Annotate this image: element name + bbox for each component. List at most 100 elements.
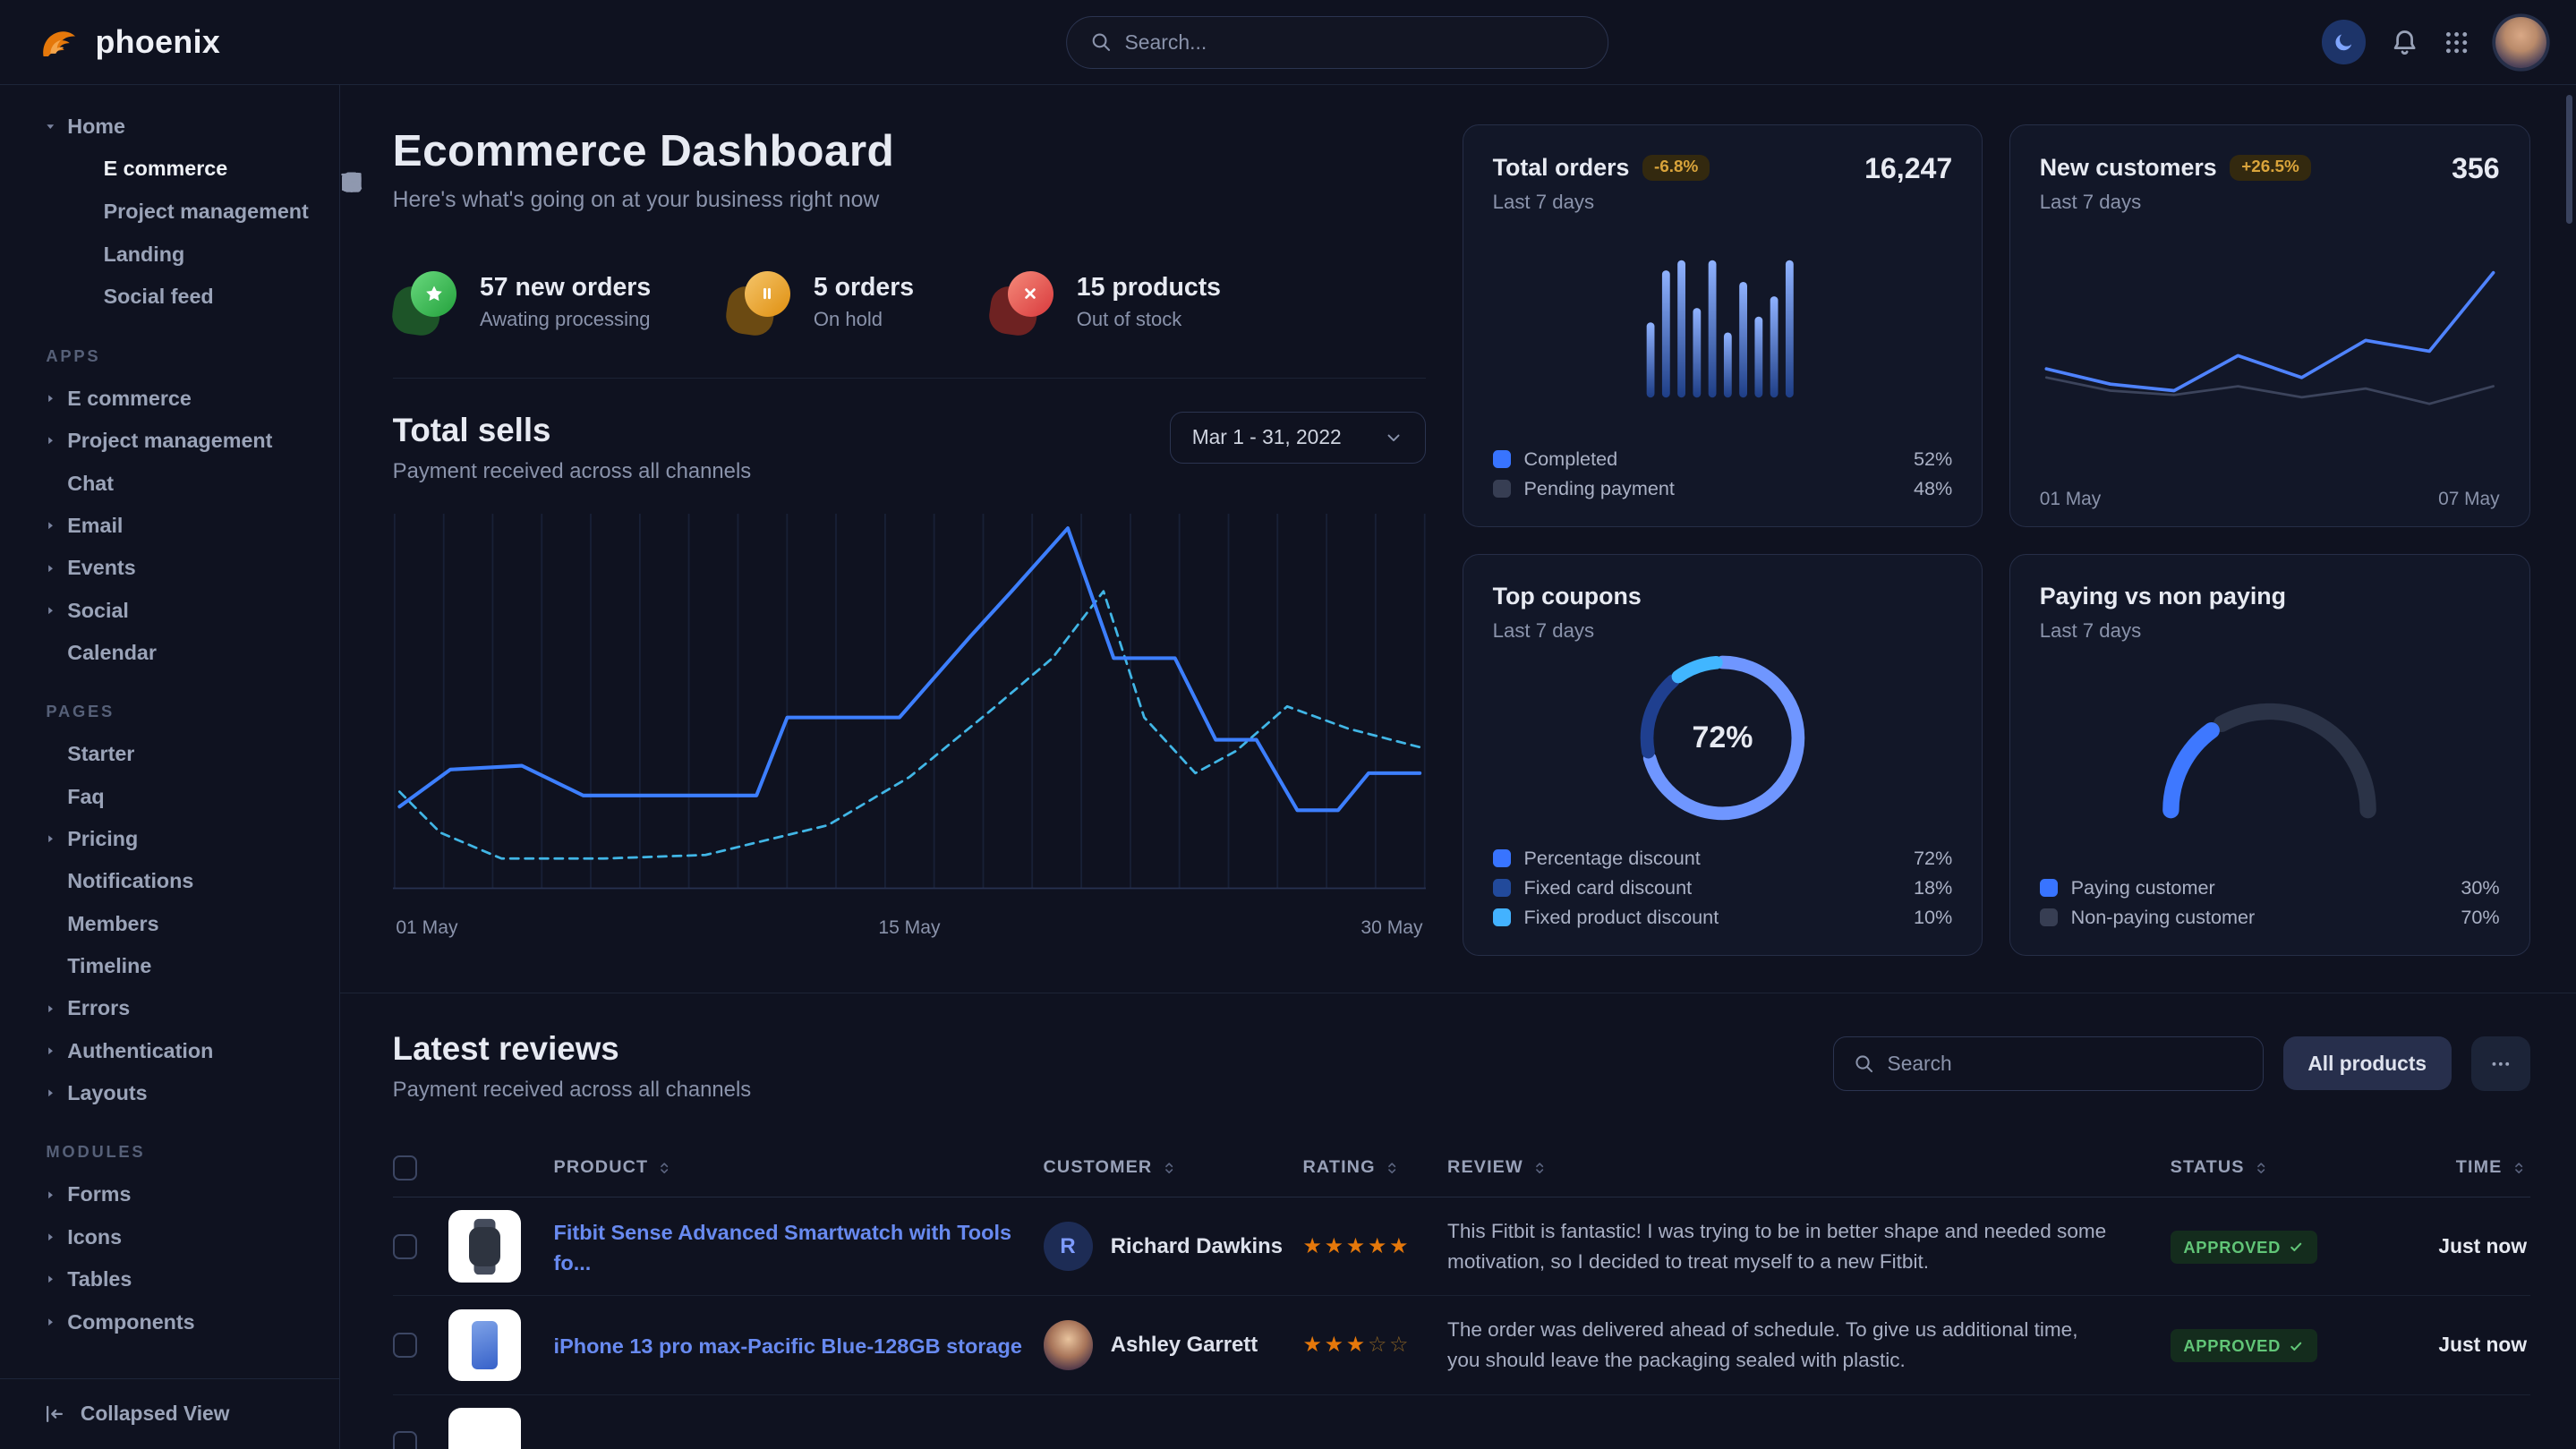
sidebar-subitem[interactable]: Project management: [0, 191, 339, 234]
column-header-status[interactable]: STATUS: [2171, 1157, 2387, 1178]
caret-right-icon: [43, 518, 68, 533]
sidebar-item[interactable]: Members: [0, 903, 339, 945]
select-all-checkbox[interactable]: [393, 1155, 418, 1181]
page-title: Ecommerce Dashboard: [393, 124, 1427, 176]
card-header: Total orders-6.8% Last 7 days 16,247: [1493, 152, 1953, 214]
stat-text: 5 orders On hold: [814, 273, 914, 331]
row-checkbox[interactable]: [393, 1234, 418, 1259]
stat-text: 15 products Out of stock: [1077, 273, 1221, 331]
product-link[interactable]: iPhone 13 pro max-Pacific Blue-128GB sto…: [554, 1334, 1022, 1358]
apps-grid-button[interactable]: [2443, 29, 2470, 56]
sidebar-item-label: Errors: [67, 996, 130, 1020]
sidebar-item[interactable]: Social: [0, 589, 339, 631]
all-products-button[interactable]: All products: [2283, 1036, 2452, 1090]
top-navbar: phoenix: [0, 0, 2576, 85]
caret-right-icon: [43, 603, 68, 618]
sidebar-item[interactable]: Email: [0, 505, 339, 547]
sort-icon: [1531, 1160, 1548, 1176]
column-header-customer[interactable]: CUSTOMER: [1044, 1157, 1303, 1178]
sidebar-subitem-label: Landing: [104, 243, 185, 267]
sidebar-item[interactable]: Project management: [0, 420, 339, 462]
sidebar-item-label: Starter: [67, 742, 134, 766]
avatar-initial: R: [1060, 1234, 1075, 1259]
sort-icon: [1161, 1160, 1177, 1176]
sidebar-subitem[interactable]: E commerce: [0, 148, 339, 191]
reviews-search[interactable]: [1833, 1036, 2264, 1091]
sidebar-nav: Home E commerce Project management Landi…: [0, 85, 339, 1342]
product-thumbnail-image: [472, 1321, 498, 1368]
top-coupons-chart-wrap: 72%: [1493, 643, 1953, 833]
sidebar-item-label: Tables: [67, 1267, 132, 1291]
donut-center-value: 72%: [1627, 643, 1818, 833]
brand-name: phoenix: [95, 24, 220, 61]
bell-icon: [2391, 29, 2418, 56]
customer-cell: R Richard Dawkins: [1044, 1222, 1303, 1271]
legend-swatch: [2040, 879, 2058, 897]
sidebar-item-home[interactable]: Home: [0, 105, 339, 147]
sidebar-section: APPS E commerce: [0, 346, 339, 674]
sidebar-item[interactable]: Timeline: [0, 945, 339, 987]
customer-name: Ashley Garrett: [1111, 1333, 1258, 1358]
column-label: CUSTOMER: [1044, 1157, 1153, 1178]
sidebar-section-items: E commerce Project management: [0, 378, 339, 674]
more-options-button[interactable]: [2471, 1036, 2530, 1091]
column-header-rating[interactable]: RATING: [1303, 1157, 1448, 1178]
legend-swatch: [1493, 879, 1511, 897]
sidebar-item[interactable]: Authentication: [0, 1030, 339, 1072]
sidebar-item[interactable]: Chat: [0, 462, 339, 504]
sidebar-item[interactable]: Calendar: [0, 632, 339, 674]
sidebar-item[interactable]: Starter: [0, 733, 339, 775]
product-link[interactable]: Fitbit Sense Advanced Smartwatch with To…: [554, 1221, 1012, 1274]
brand[interactable]: phoenix: [36, 20, 220, 64]
sidebar-item[interactable]: Pricing: [0, 818, 339, 860]
sidebar-item[interactable]: Errors: [0, 987, 339, 1029]
caret-down-icon: [43, 119, 68, 134]
sidebar-item[interactable]: Icons: [0, 1216, 339, 1258]
app-root: phoenix Home E commerce: [0, 0, 2576, 1449]
date-range-select[interactable]: Mar 1 - 31, 2022: [1170, 412, 1426, 464]
collapsed-view-toggle[interactable]: Collapsed View: [0, 1378, 339, 1449]
legend-swatch: [1493, 450, 1511, 468]
scrollbar-thumb[interactable]: [2566, 95, 2572, 223]
sidebar-section-items: Forms Icons: [0, 1173, 339, 1342]
sidebar-item[interactable]: Events: [0, 547, 339, 589]
global-search[interactable]: [1066, 16, 1608, 69]
card-value: 356: [2452, 152, 2500, 185]
table-row: iPhone 13 pro max-Pacific Blue-128GB sto…: [393, 1296, 2530, 1394]
row-checkbox[interactable]: [393, 1431, 418, 1449]
stat-title: 57 new orders: [480, 273, 651, 303]
legend-value: 70%: [2461, 906, 2499, 929]
card-title: New customers: [2040, 154, 2217, 181]
total-sells-chart: [393, 504, 1427, 911]
card-period: Last 7 days: [2040, 191, 2311, 214]
caret-right-icon: [43, 433, 68, 448]
sidebar-item[interactable]: Notifications: [0, 860, 339, 902]
column-header-review[interactable]: REVIEW: [1447, 1157, 2171, 1178]
x-label: 07 May: [2438, 489, 2500, 510]
legend-value: 18%: [1914, 876, 1952, 899]
sidebar-subitem[interactable]: Social feed: [0, 276, 339, 319]
legend-row: Completed 52%: [1493, 444, 1953, 473]
x-label: 15 May: [878, 917, 940, 939]
sidebar-item[interactable]: Layouts: [0, 1072, 339, 1114]
status-label: APPROVED: [2183, 1238, 2281, 1257]
product-thumbnail: [448, 1210, 521, 1283]
row-checkbox[interactable]: [393, 1333, 418, 1358]
reviews-search-input[interactable]: [1888, 1052, 2243, 1076]
sidebar-item[interactable]: Forms: [0, 1173, 339, 1215]
notifications-button[interactable]: [2391, 29, 2418, 56]
sidebar-item[interactable]: Components: [0, 1300, 339, 1342]
theme-toggle-button[interactable]: [2322, 20, 2367, 64]
user-avatar[interactable]: [2495, 17, 2546, 68]
column-header-product[interactable]: PRODUCT: [554, 1157, 1044, 1178]
sidebar-item-label: Home: [67, 115, 125, 139]
global-search-input[interactable]: [1124, 30, 1584, 55]
sidebar-item[interactable]: Tables: [0, 1258, 339, 1300]
sidebar-item[interactable]: E commerce: [0, 378, 339, 420]
sidebar-subitem[interactable]: Landing: [0, 233, 339, 276]
column-header-time[interactable]: TIME: [2387, 1157, 2530, 1178]
legend-value: 52%: [1914, 447, 1952, 471]
collapsed-view-label: Collapsed View: [81, 1402, 229, 1426]
reviews-table-header: PRODUCT CUSTOMER RATING REVIEW STATUS TI…: [393, 1138, 2530, 1198]
sidebar-item[interactable]: Faq: [0, 776, 339, 818]
